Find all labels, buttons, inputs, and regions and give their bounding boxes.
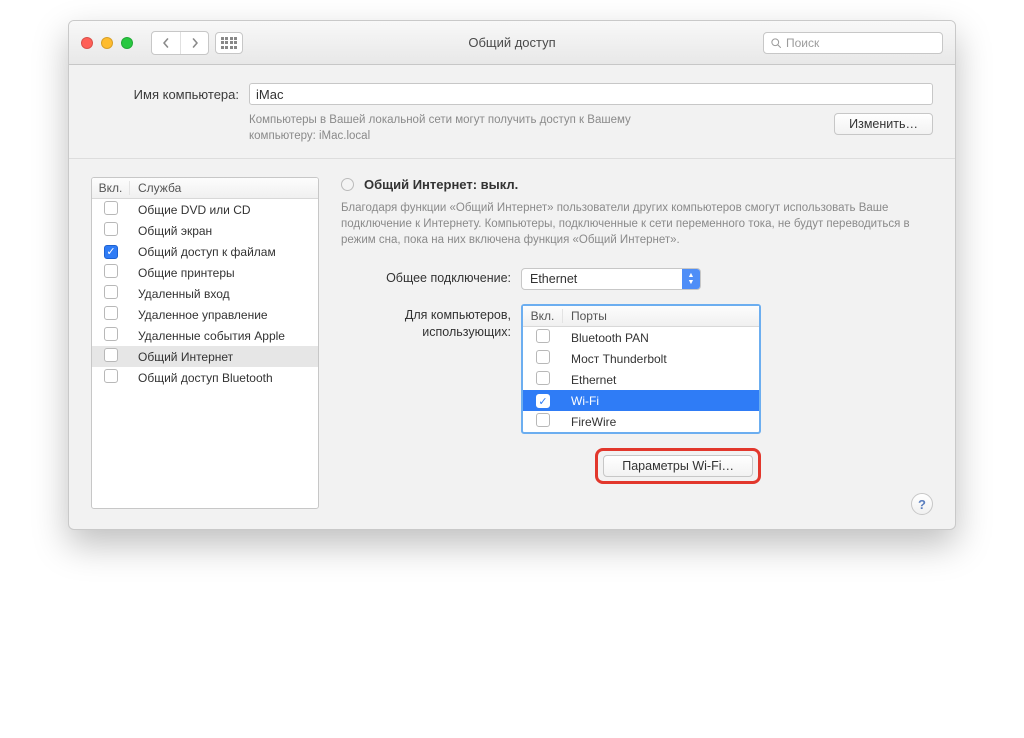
- port-row[interactable]: Мост Thunderbolt: [523, 348, 759, 369]
- service-checkbox[interactable]: [104, 264, 118, 278]
- port-label: Wi-Fi: [563, 394, 759, 408]
- help-button[interactable]: ?: [911, 493, 933, 515]
- service-row[interactable]: ✓ Общий доступ к файлам: [92, 241, 318, 262]
- ports-body: Bluetooth PAN Мост Thunderbolt Ethernet ✓ Wi…: [523, 327, 759, 432]
- service-label: Общие принтеры: [130, 266, 318, 280]
- search-input[interactable]: [786, 36, 936, 50]
- share-from-value: Ethernet: [530, 272, 577, 286]
- ports-list[interactable]: Вкл. Порты Bluetooth PAN Мост Thunderbolt…: [521, 304, 761, 434]
- zoom-button[interactable]: [121, 37, 133, 49]
- service-row[interactable]: Удаленные события Apple: [92, 325, 318, 346]
- service-checkbox[interactable]: [104, 327, 118, 341]
- port-row[interactable]: Bluetooth PAN: [523, 327, 759, 348]
- service-checkbox[interactable]: [104, 306, 118, 320]
- nav-back-forward: [151, 31, 209, 55]
- service-label: Общий Интернет: [130, 350, 318, 364]
- edit-button[interactable]: Изменить…: [834, 113, 933, 135]
- minimize-button[interactable]: [101, 37, 113, 49]
- service-checkbox[interactable]: [104, 285, 118, 299]
- port-label: Мост Thunderbolt: [563, 352, 759, 366]
- port-checkbox[interactable]: [536, 371, 550, 385]
- ports-header-on: Вкл.: [523, 309, 563, 323]
- back-button[interactable]: [152, 32, 180, 54]
- port-checkbox[interactable]: ✓: [536, 394, 550, 408]
- service-label: Удаленное управление: [130, 308, 318, 322]
- wifi-options-button[interactable]: Параметры Wi-Fi…: [603, 455, 753, 477]
- ports-header-ports: Порты: [563, 309, 759, 323]
- share-from-select[interactable]: Ethernet ▲▼: [521, 268, 701, 290]
- port-checkbox[interactable]: [536, 413, 550, 427]
- service-row[interactable]: Общий доступ Bluetooth: [92, 367, 318, 388]
- port-checkbox[interactable]: [536, 350, 550, 364]
- select-arrows-icon: ▲▼: [682, 269, 700, 289]
- ports-header: Вкл. Порты: [523, 306, 759, 327]
- services-header: Вкл. Служба: [92, 178, 318, 199]
- services-header-service: Служба: [130, 181, 318, 195]
- search-icon: [770, 37, 782, 49]
- window-controls: [81, 37, 133, 49]
- port-checkbox[interactable]: [536, 329, 550, 343]
- computer-name-section: Имя компьютера: Компьютеры в Вашей локал…: [69, 65, 955, 159]
- close-button[interactable]: [81, 37, 93, 49]
- service-row[interactable]: Общие принтеры: [92, 262, 318, 283]
- port-row[interactable]: Ethernet: [523, 369, 759, 390]
- to-computers-label: Для компьютеров, использующих:: [341, 304, 521, 340]
- service-checkbox[interactable]: [104, 348, 118, 362]
- port-row[interactable]: FireWire: [523, 411, 759, 432]
- show-all-button[interactable]: [215, 32, 243, 54]
- main-section: Вкл. Служба Общие DVD или CD Общий экран ✓…: [69, 159, 955, 529]
- service-row[interactable]: Общий экран: [92, 220, 318, 241]
- service-row[interactable]: Удаленное управление: [92, 304, 318, 325]
- services-body: Общие DVD или CD Общий экран ✓ Общий доступ…: [92, 199, 318, 388]
- computer-name-input[interactable]: [249, 83, 933, 105]
- detail-pane: Общий Интернет: выкл. Благодаря функции …: [341, 177, 933, 509]
- port-row[interactable]: ✓ Wi-Fi: [523, 390, 759, 411]
- share-from-label: Общее подключение:: [341, 268, 521, 285]
- services-list[interactable]: Вкл. Служба Общие DVD или CD Общий экран ✓…: [91, 177, 319, 509]
- port-label: FireWire: [563, 415, 759, 429]
- computer-name-label: Имя компьютера:: [91, 87, 249, 102]
- service-checkbox[interactable]: [104, 222, 118, 236]
- service-label: Общий доступ Bluetooth: [130, 371, 318, 385]
- service-label: Удаленный вход: [130, 287, 318, 301]
- highlight-wifi-options: Параметры Wi-Fi…: [595, 448, 761, 484]
- status-indicator-icon: [341, 178, 354, 191]
- service-label: Общий экран: [130, 224, 318, 238]
- forward-button[interactable]: [180, 32, 208, 54]
- service-status-label: Общий Интернет: выкл.: [364, 177, 518, 192]
- service-description: Благодаря функции «Общий Интернет» польз…: [341, 200, 933, 248]
- service-row[interactable]: Удаленный вход: [92, 283, 318, 304]
- computer-name-hint: Компьютеры в Вашей локальной сети могут …: [249, 113, 669, 144]
- services-header-on: Вкл.: [92, 181, 130, 195]
- service-label: Общие DVD или CD: [130, 203, 318, 217]
- service-row[interactable]: Общие DVD или CD: [92, 199, 318, 220]
- sharing-preferences-window: Общий доступ Имя компьютера: Компьютеры …: [68, 20, 956, 530]
- port-label: Bluetooth PAN: [563, 331, 759, 345]
- search-field[interactable]: [763, 32, 943, 54]
- service-checkbox[interactable]: [104, 369, 118, 383]
- service-label: Общий доступ к файлам: [130, 245, 318, 259]
- titlebar: Общий доступ: [69, 21, 955, 65]
- service-label: Удаленные события Apple: [130, 329, 318, 343]
- service-row[interactable]: Общий Интернет: [92, 346, 318, 367]
- port-label: Ethernet: [563, 373, 759, 387]
- service-checkbox[interactable]: ✓: [104, 245, 118, 259]
- service-checkbox[interactable]: [104, 201, 118, 215]
